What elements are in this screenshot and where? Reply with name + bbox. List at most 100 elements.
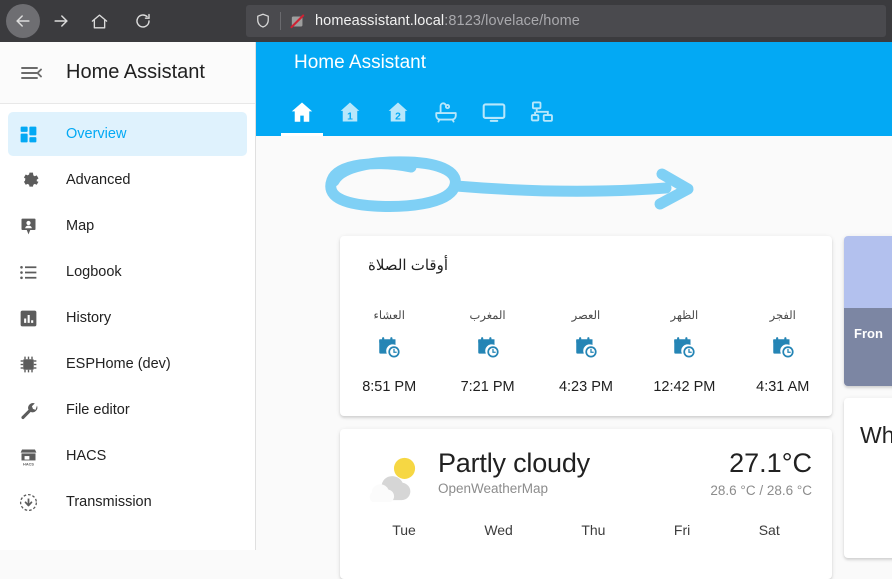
- prayer-name: العصر: [571, 310, 601, 322]
- arrow-right-icon: [54, 15, 68, 27]
- weather-temperature: 27.1°C: [729, 448, 812, 478]
- weather-forecast-days: Tue Wed Thu Fri Sat: [340, 522, 832, 538]
- weather-card[interactable]: Partly cloudy OpenWeatherMap 27.1°C 28.6…: [340, 429, 832, 579]
- prayer-name: المغرب: [469, 310, 506, 322]
- download-circle-icon: [8, 492, 48, 513]
- prayer-time: 4:23 PM: [558, 379, 613, 395]
- forecast-day: Thu: [581, 522, 606, 538]
- home-floor-1-icon: 1: [340, 102, 360, 123]
- info-card-title: Wh: [860, 422, 892, 448]
- bathtub-icon: [435, 102, 457, 123]
- sidebar-item-label: HACS: [66, 448, 107, 464]
- weather-temperature-block: 27.1°C 28.6 °C / 28.6 °C: [710, 448, 812, 498]
- sidebar-item-label: History: [66, 310, 112, 326]
- prayer-name: العشاء: [373, 310, 405, 322]
- forecast-day: Tue: [392, 522, 416, 538]
- prayer-entry[interactable]: العشاء 8:51 PM: [343, 308, 435, 395]
- sidebar-nav-list: Overview Advanced Map Logbook History ES…: [0, 104, 255, 524]
- svg-text:2: 2: [395, 112, 401, 123]
- home-icon: [91, 13, 107, 29]
- tab-bathroom[interactable]: [422, 88, 470, 136]
- prayer-times-card[interactable]: أوقات الصلاة الفجر 4:31 AM الظهر 12:42 P…: [340, 236, 832, 416]
- prayer-time: 8:51 PM: [362, 379, 417, 395]
- arrow-left-icon: [16, 15, 30, 27]
- forward-button[interactable]: [44, 4, 78, 38]
- calendar-clock-icon: [475, 335, 501, 366]
- tab-floor-1[interactable]: 1: [326, 88, 374, 136]
- prayer-entries: الفجر 4:31 AM الظهر 12:42 PM العصر 4:23 …: [340, 308, 832, 395]
- prayer-time: 12:42 PM: [653, 379, 716, 395]
- forecast-day: Sat: [758, 522, 780, 538]
- television-icon: [482, 103, 506, 122]
- weather-text-block: Partly cloudy OpenWeatherMap: [438, 448, 590, 496]
- sidebar-item-label: Advanced: [66, 172, 131, 188]
- prayer-time: 7:21 PM: [460, 379, 515, 395]
- lovelace-cards: أوقات الصلاة الفجر 4:31 AM الظهر 12:42 P…: [256, 136, 892, 579]
- calendar-clock-icon: [770, 335, 796, 366]
- calendar-clock-icon: [376, 335, 402, 366]
- weather-condition: Partly cloudy: [438, 448, 590, 478]
- prayer-entry[interactable]: الظهر 12:42 PM: [638, 308, 730, 395]
- calendar-clock-icon: [671, 335, 697, 366]
- sidebar-item-label: Overview: [66, 126, 127, 142]
- page-title: Home Assistant: [294, 52, 426, 73]
- sidebar-item-overview[interactable]: Overview: [8, 112, 247, 156]
- sidebar-item-map[interactable]: Map: [8, 204, 247, 248]
- tab-network[interactable]: [518, 88, 566, 136]
- prayer-entry[interactable]: المغرب 7:21 PM: [442, 308, 534, 395]
- sidebar-item-transmission[interactable]: Transmission: [8, 480, 247, 524]
- sidebar: Home Assistant Overview Advanced Map Log…: [0, 42, 256, 550]
- sidebar-header: Home Assistant: [0, 42, 255, 104]
- sidebar-item-label: Map: [66, 218, 95, 234]
- app-header: Home Assistant 1 2: [256, 42, 892, 136]
- tab-floor-2[interactable]: 2: [374, 88, 422, 136]
- tab-home[interactable]: [278, 88, 326, 136]
- chart-box-icon: [8, 308, 48, 329]
- sidebar-item-esphome[interactable]: ESPHome (dev): [8, 342, 247, 386]
- hacs-storefront-icon: HACS: [8, 446, 48, 467]
- sidebar-item-hacs[interactable]: HACS HACS: [8, 434, 247, 478]
- sidebar-item-label: File editor: [66, 402, 130, 418]
- url-text: homeassistant.local:8123/lovelace/home: [315, 13, 580, 29]
- home-button[interactable]: [82, 4, 116, 38]
- sidebar-item-file-editor[interactable]: File editor: [8, 388, 247, 432]
- sidebar-item-history[interactable]: History: [8, 296, 247, 340]
- sidebar-title: Home Assistant: [66, 61, 205, 83]
- shield-icon[interactable]: [254, 12, 272, 30]
- home-floor-2-icon: 2: [388, 102, 408, 123]
- toolbar-divider: [280, 12, 281, 30]
- prayer-card-title: أوقات الصلاة: [368, 257, 448, 274]
- prayer-entry[interactable]: العصر 4:23 PM: [540, 308, 632, 395]
- weather-source: OpenWeatherMap: [438, 481, 549, 496]
- wrench-icon: [8, 400, 48, 421]
- view-dashboard-icon: [8, 124, 48, 145]
- map-marker-account-icon: [8, 216, 48, 237]
- sidebar-item-label: Transmission: [66, 494, 152, 510]
- menu-open-icon: [21, 66, 42, 79]
- sidebar-item-logbook[interactable]: Logbook: [8, 250, 247, 294]
- menu-open-button[interactable]: [12, 54, 50, 92]
- gear-icon: [8, 170, 48, 191]
- url-path: :8123/lovelace/home: [444, 13, 580, 29]
- reload-button[interactable]: [128, 6, 158, 36]
- main-content: Home Assistant 1 2 أوقات الصلاة الفجر 4:…: [256, 42, 892, 579]
- noscript-slash-icon[interactable]: [289, 13, 306, 30]
- prayer-time: 4:31 AM: [756, 379, 810, 395]
- chip-icon: [8, 354, 48, 375]
- back-button[interactable]: [6, 4, 40, 38]
- reload-icon: [136, 13, 150, 28]
- prayer-name: الظهر: [670, 310, 699, 322]
- address-bar[interactable]: homeassistant.local:8123/lovelace/home: [246, 5, 886, 37]
- camera-caption-text: Fron: [854, 326, 883, 341]
- calendar-clock-icon: [573, 335, 599, 366]
- camera-image: Fron: [844, 236, 892, 386]
- tab-media[interactable]: [470, 88, 518, 136]
- sidebar-item-label: Logbook: [66, 264, 122, 280]
- sidebar-item-advanced[interactable]: Advanced: [8, 158, 247, 202]
- prayer-entry[interactable]: الفجر 4:31 AM: [737, 308, 829, 395]
- forecast-day: Fri: [673, 522, 691, 538]
- info-card[interactable]: Wh: [844, 398, 892, 558]
- camera-card[interactable]: Fron: [844, 236, 892, 386]
- svg-text:1: 1: [347, 112, 353, 123]
- sidebar-item-label: ESPHome (dev): [66, 356, 171, 372]
